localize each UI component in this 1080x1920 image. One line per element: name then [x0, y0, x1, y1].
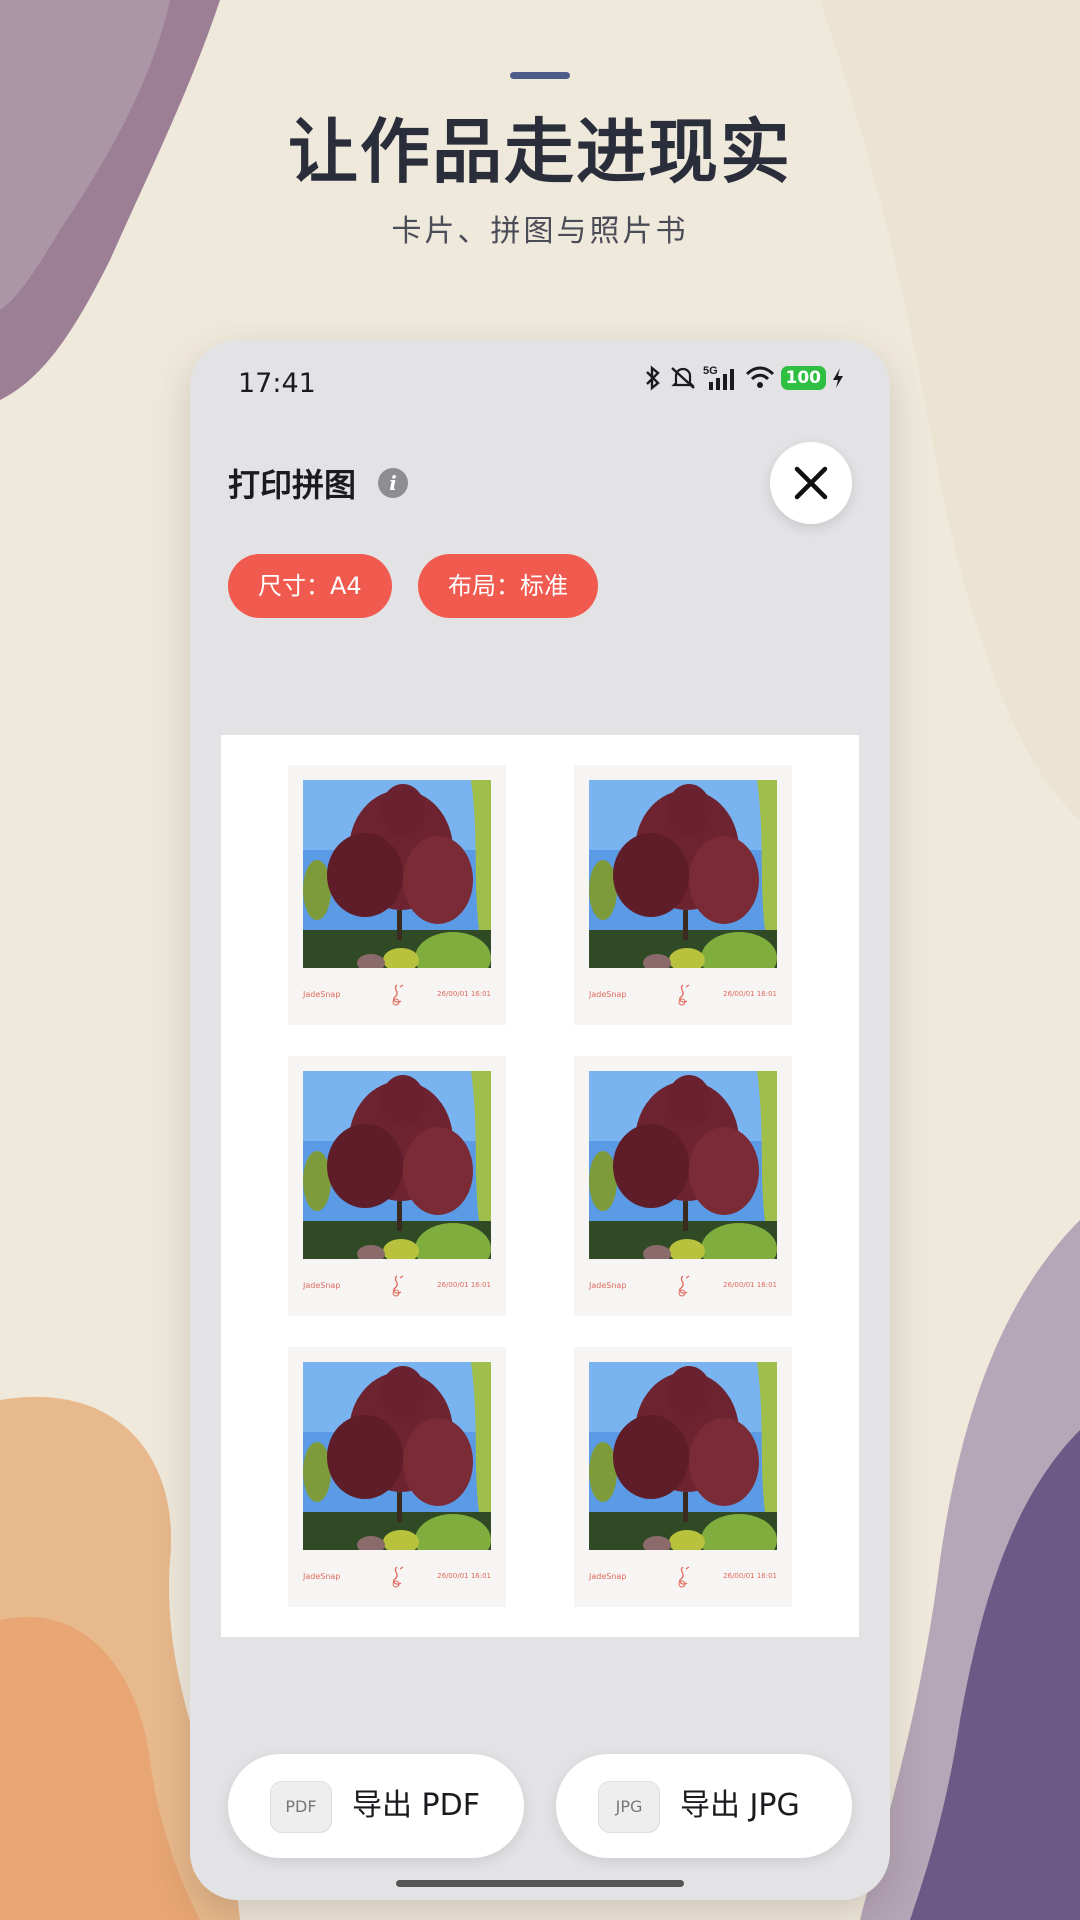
svg-text:5G: 5G	[703, 365, 718, 377]
hero-subtitle: 卡片、拼图与照片书	[391, 214, 689, 249]
accent-bar	[510, 72, 570, 79]
photo-card[interactable]: JadeSnap 26/00/01 16:01	[574, 1347, 792, 1607]
close-button[interactable]	[770, 442, 852, 524]
photo-card[interactable]: JadeSnap 26/00/01 16:01	[288, 1347, 506, 1607]
phone-screen: 17:41 5G 100 打印拼图 i 尺寸：A4 布局：标准 JadeSnap…	[190, 340, 890, 1900]
card-brand: JadeSnap	[589, 1572, 627, 1581]
tree-photo	[589, 780, 777, 968]
card-brand: JadeSnap	[589, 1281, 627, 1290]
signal-5g-icon: 5G	[703, 364, 739, 392]
card-brand: JadeSnap	[303, 990, 341, 999]
card-brand: JadeSnap	[303, 1572, 341, 1581]
card-timestamp: 26/00/01 16:01	[437, 990, 491, 998]
battery-indicator: 100	[780, 366, 826, 390]
tree-photo	[303, 1071, 491, 1259]
photo-card[interactable]: JadeSnap 26/00/01 16:01	[288, 1056, 506, 1316]
hero-title: 让作品走进现实	[288, 111, 792, 193]
status-time: 17:41	[238, 368, 316, 399]
card-timestamp: 26/00/01 16:01	[723, 1572, 777, 1580]
info-icon[interactable]: i	[378, 468, 408, 498]
signature-logo-icon	[678, 1275, 690, 1297]
export-pdf-button[interactable]: PDF 导出 PDF	[228, 1754, 524, 1858]
print-preview-sheet: JadeSnap 26/00/01 16:01 JadeSnap 26/00/01 1…	[221, 735, 859, 1637]
wifi-icon	[745, 366, 775, 390]
photo-card[interactable]: JadeSnap 26/00/01 16:01	[574, 1056, 792, 1316]
tree-photo	[303, 780, 491, 968]
card-timestamp: 26/00/01 16:01	[723, 990, 777, 998]
tree-photo	[589, 1362, 777, 1550]
card-brand: JadeSnap	[589, 990, 627, 999]
screen-title: 打印拼图	[228, 466, 357, 504]
bluetooth-icon	[643, 365, 663, 391]
signature-logo-icon	[392, 984, 404, 1006]
export-jpg-button[interactable]: JPG 导出 JPG	[556, 1754, 852, 1858]
pdf-file-icon: PDF	[270, 1781, 332, 1833]
charging-icon	[832, 367, 844, 389]
mute-bell-icon	[669, 365, 697, 391]
close-icon	[794, 466, 828, 500]
card-timestamp: 26/00/01 16:01	[437, 1572, 491, 1580]
status-icons: 5G 100	[643, 364, 845, 392]
photo-card[interactable]: JadeSnap 26/00/01 16:01	[574, 765, 792, 1025]
tree-photo	[303, 1362, 491, 1550]
size-filter-pill[interactable]: 尺寸：A4	[228, 554, 392, 618]
export-pdf-label: 导出 PDF	[352, 1788, 480, 1823]
card-brand: JadeSnap	[303, 1281, 341, 1290]
signature-logo-icon	[392, 1275, 404, 1297]
export-jpg-label: 导出 JPG	[680, 1788, 800, 1823]
layout-filter-pill[interactable]: 布局：标准	[418, 554, 598, 618]
home-indicator[interactable]	[396, 1880, 684, 1887]
jpg-file-icon: JPG	[598, 1781, 660, 1833]
signature-logo-icon	[678, 1566, 690, 1588]
card-timestamp: 26/00/01 16:01	[437, 1281, 491, 1289]
photo-card[interactable]: JadeSnap 26/00/01 16:01	[288, 765, 506, 1025]
signature-logo-icon	[678, 984, 690, 1006]
signature-logo-icon	[392, 1566, 404, 1588]
card-timestamp: 26/00/01 16:01	[723, 1281, 777, 1289]
tree-photo	[589, 1071, 777, 1259]
